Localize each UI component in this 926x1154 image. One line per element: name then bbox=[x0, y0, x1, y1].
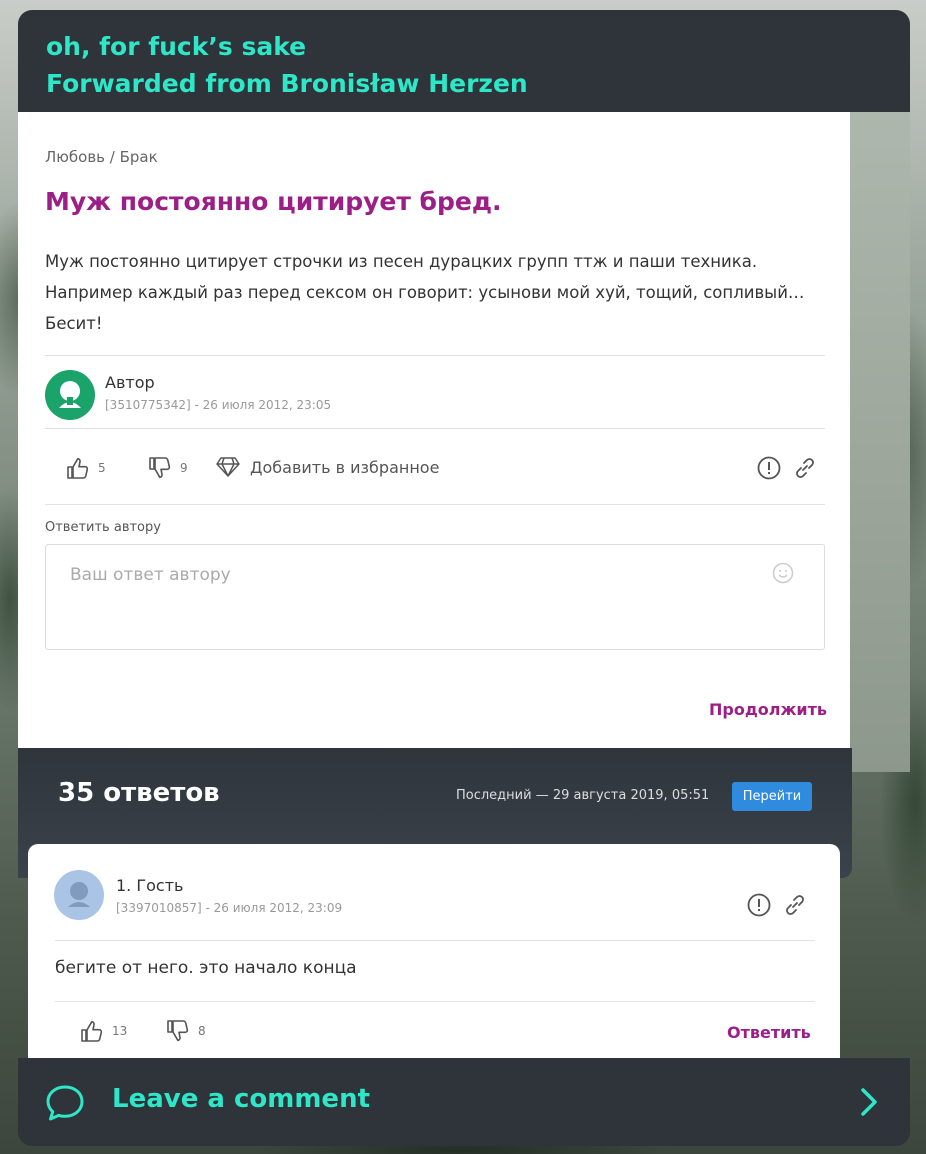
divider bbox=[45, 504, 825, 505]
post-header: oh, for fuck’s sake Forwarded from Broni… bbox=[18, 10, 910, 112]
author-meta: [3510775342] - 26 июля 2012, 23:05 bbox=[105, 398, 332, 412]
message-text: oh, for fuck’s sake bbox=[46, 32, 307, 61]
author-name: Автор bbox=[105, 373, 155, 392]
reply-to-author-label: Ответить автору bbox=[45, 520, 161, 535]
like-button[interactable]: 13 bbox=[78, 1018, 127, 1044]
report-icon[interactable] bbox=[746, 892, 772, 918]
like-count: 5 bbox=[98, 461, 106, 475]
diamond-icon bbox=[216, 457, 240, 477]
dislike-count: 8 bbox=[198, 1024, 206, 1038]
image-edge bbox=[850, 112, 910, 772]
leave-comment-bar[interactable]: Leave a comment bbox=[18, 1058, 910, 1146]
leave-comment-label: Leave a comment bbox=[112, 1084, 371, 1114]
guest-avatar bbox=[54, 870, 104, 920]
forwarded-from-link[interactable]: Forwarded from Bronisław Herzen bbox=[46, 65, 882, 102]
emoji-icon[interactable] bbox=[772, 562, 794, 584]
comment-meta: [3397010857] - 26 июля 2012, 23:09 bbox=[116, 901, 343, 915]
comment-card: 1. Гость [3397010857] - 26 июля 2012, 23… bbox=[28, 844, 840, 1064]
thumbs-up-icon bbox=[67, 457, 89, 479]
reply-input[interactable] bbox=[70, 565, 750, 585]
telegram-post-card: oh, for fuck’s sake Forwarded from Broni… bbox=[18, 10, 910, 1146]
dislike-button[interactable]: 8 bbox=[164, 1018, 206, 1044]
divider bbox=[45, 428, 825, 429]
comment-bubble-icon bbox=[46, 1085, 84, 1121]
thumbs-down-icon bbox=[167, 1020, 189, 1042]
breadcrumb: Любовь / Брак bbox=[45, 148, 158, 166]
post-body: Муж постоянно цитирует строчки из песен … bbox=[45, 252, 805, 333]
divider bbox=[55, 1001, 815, 1002]
post-title: Муж постоянно цитирует бред. bbox=[45, 187, 502, 216]
last-answer-time: Последний — 29 августа 2019, 05:51 bbox=[456, 788, 710, 803]
reply-box bbox=[45, 544, 825, 650]
comment-text: бегите от него. это начало конца bbox=[55, 958, 357, 978]
add-to-favorites-button[interactable]: Добавить в избранное bbox=[216, 456, 439, 478]
divider bbox=[55, 940, 815, 941]
comment-author: 1. Гость bbox=[116, 876, 184, 895]
answers-count: 35 ответов bbox=[58, 778, 220, 808]
thumbs-up-icon bbox=[81, 1020, 103, 1042]
screenshot-image: Любовь / Брак Муж постоянно цитирует бре… bbox=[18, 112, 850, 748]
link-icon[interactable] bbox=[782, 892, 808, 918]
like-button[interactable]: 5 bbox=[64, 455, 106, 481]
dislike-button[interactable]: 9 bbox=[146, 455, 188, 481]
chevron-right-icon bbox=[861, 1088, 877, 1116]
divider bbox=[45, 355, 825, 356]
continue-button[interactable]: Продолжить bbox=[709, 700, 827, 719]
thumbs-down-icon bbox=[149, 457, 171, 479]
report-icon[interactable] bbox=[756, 455, 782, 481]
author-avatar bbox=[45, 370, 95, 420]
reply-button[interactable]: Ответить bbox=[727, 1023, 811, 1042]
link-icon[interactable] bbox=[792, 455, 818, 481]
like-count: 13 bbox=[112, 1024, 128, 1038]
favorite-label: Добавить в избранное bbox=[250, 457, 440, 477]
go-button[interactable]: Перейти bbox=[732, 782, 812, 811]
dislike-count: 9 bbox=[180, 461, 188, 475]
